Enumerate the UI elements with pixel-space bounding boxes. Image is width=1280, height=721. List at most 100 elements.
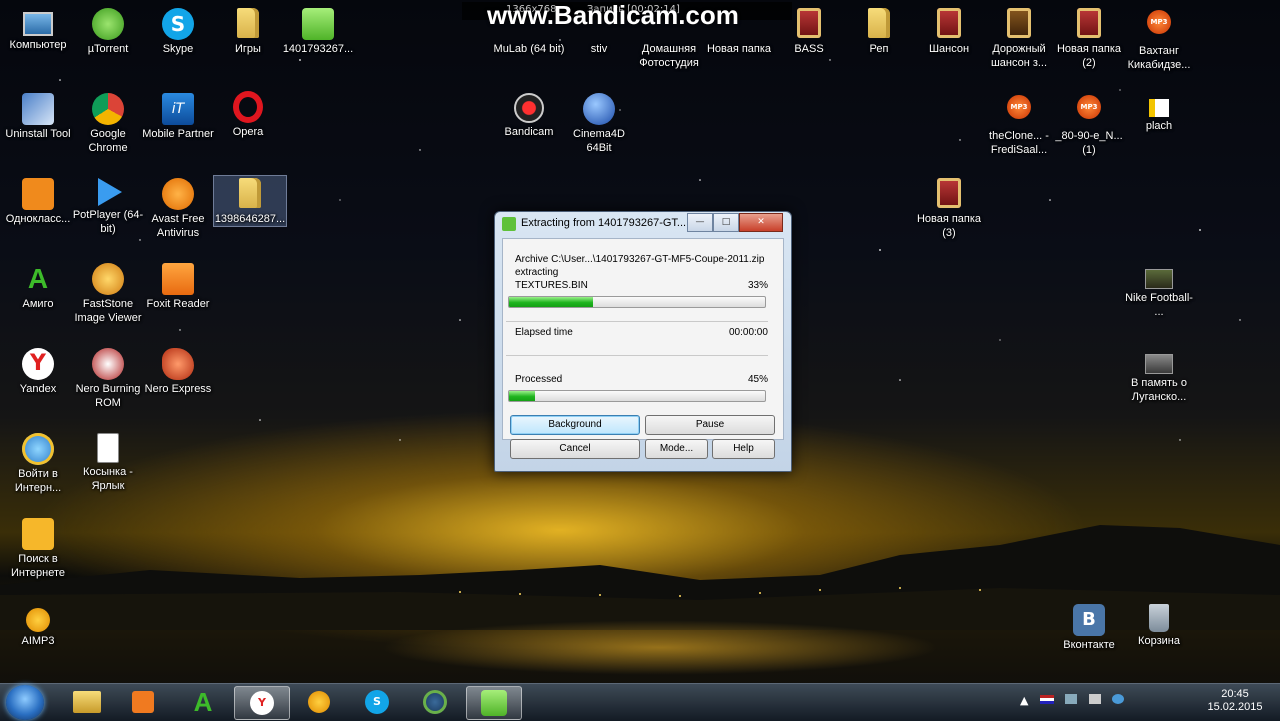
winrar-icon [481, 690, 507, 716]
lake-reflection [380, 620, 940, 675]
desktop-icon-foxit-reader[interactable]: Foxit Reader [142, 261, 214, 311]
desktop-icon-lugansk-memory[interactable]: В память о Луганско... [1123, 346, 1195, 404]
background-button[interactable]: Background [510, 415, 640, 435]
taskbar-yandex[interactable]: Y [234, 686, 290, 720]
desktop-icon-google-chrome[interactable]: Google Chrome [72, 91, 144, 155]
opera-icon [233, 91, 263, 123]
extraction-dialog: Extracting from 1401793267-GT... — □ ✕ A… [494, 211, 792, 472]
processed-percent: 45% [748, 374, 769, 385]
separator [506, 355, 768, 356]
audio-file-icon [1149, 99, 1169, 117]
desktop-icon-new-folder[interactable]: Новая папка [703, 6, 775, 56]
desktop-icon-nike-football[interactable]: Nike Football- ... [1123, 261, 1195, 319]
tray-expand-icon[interactable]: ▲ [1020, 694, 1028, 707]
desktop-icon-mobile-partner[interactable]: iT Mobile Partner [142, 91, 214, 141]
desktop-icon-road-shanson[interactable]: Дорожный шансон з... [983, 6, 1055, 70]
language-flag-icon[interactable] [1039, 695, 1054, 704]
video-folder-icon [793, 8, 825, 40]
folder-icon [73, 691, 101, 713]
desktop-icon-archive-1401793267[interactable]: 1401793267... [282, 6, 354, 56]
desktop-icon-internet-search[interactable]: Поиск в Интернете [2, 516, 74, 580]
desktop-icon-faststone[interactable]: FastStone Image Viewer [72, 261, 144, 325]
mode-button[interactable]: Mode... [645, 439, 708, 459]
desktop-icon-shanson[interactable]: Шансон [913, 6, 985, 56]
computer-icon [23, 12, 53, 36]
play-icon [98, 178, 122, 206]
taskbar-winrar[interactable] [466, 686, 522, 720]
desktop-icon-theclone[interactable]: MP3 theClone... - FrediSaal... [983, 91, 1055, 157]
desktop-icon-utorrent[interactable]: µTorrent [72, 6, 144, 56]
desktop-icon-cinema4d[interactable]: Cinema4D 64Bit [563, 91, 635, 155]
desktop-icon-vkontakte[interactable]: B Вконтакте [1053, 602, 1125, 652]
mp3-icon: MP3 [1003, 95, 1035, 127]
desktop-icon-potplayer[interactable]: PotPlayer (64-bit) [72, 176, 144, 236]
video-folder-icon [933, 178, 965, 210]
start-button[interactable] [6, 685, 44, 720]
taskbar-aimp3[interactable] [292, 686, 346, 718]
dialog-body: Archive C:\User...\1401793267-GT-MF5-Cou… [502, 238, 784, 440]
desktop-icon-80-90[interactable]: MP3 _80-90-e_N... (1) [1053, 91, 1125, 157]
desktop-icon-aimp3[interactable]: AIMP3 [2, 602, 74, 648]
nero-express-icon [162, 348, 194, 380]
maximize-button[interactable]: □ [713, 213, 739, 232]
desktop-icon-stiv[interactable]: stiv [563, 6, 635, 56]
desktop-icon-opera[interactable]: Opera [212, 91, 284, 139]
taskbar-skype[interactable]: S [350, 686, 404, 718]
desktop-icon-nero-express[interactable]: Nero Express [142, 346, 214, 396]
desktop-icon-mulab[interactable]: MuLab (64 bit) [493, 6, 565, 56]
separator [506, 321, 768, 322]
network-icon[interactable] [1065, 694, 1078, 704]
desktop-icon-avast[interactable]: Avast Free Antivirus [142, 176, 214, 240]
desktop-icon-folder-1398646287[interactable]: 1398646287... [213, 175, 287, 227]
file-percent: 33% [748, 280, 769, 291]
desktop-icon-recycle-bin[interactable]: Корзина [1123, 602, 1195, 648]
desktop-icon-uninstall-tool[interactable]: Uninstall Tool [2, 91, 74, 141]
help-button[interactable]: Help [712, 439, 775, 459]
processed-progress-bar [508, 390, 766, 402]
desktop-icon-new-folder-3[interactable]: Новая папка (3) [913, 176, 985, 240]
desktop-icon-vakhtang[interactable]: MP3 Вахтанг Кикабидзе... [1123, 6, 1195, 72]
cancel-button[interactable]: Cancel [510, 439, 640, 459]
taskbar-avast[interactable] [408, 686, 462, 718]
update-icon[interactable] [1112, 694, 1125, 704]
avast-icon [162, 178, 194, 210]
desktop-icon-internet-login[interactable]: Войти в Интерн... [2, 431, 74, 495]
folder-icon [863, 8, 895, 40]
desktop-icon-kosynka[interactable]: Косынка - Ярлык [72, 431, 144, 493]
video-folder-icon [1003, 8, 1035, 40]
desktop-icon-computer[interactable]: Компьютер [2, 6, 74, 52]
desktop-icon-yandex[interactable]: Y Yandex [2, 346, 74, 396]
stiv-icon [583, 8, 615, 40]
aimp-icon [26, 608, 50, 632]
desktop-icon-bass[interactable]: BASS [773, 6, 845, 56]
desktop-icon-nero-burning-rom[interactable]: Nero Burning ROM [72, 346, 144, 410]
taskbar-explorer[interactable] [60, 686, 114, 718]
video-file-icon [1145, 354, 1173, 374]
desktop-icon-bandicam[interactable]: Bandicam [493, 91, 565, 139]
desktop-icon-new-folder-2[interactable]: Новая папка (2) [1053, 6, 1125, 70]
desktop-icon-skype[interactable]: S Skype [142, 6, 214, 56]
close-button[interactable]: ✕ [739, 213, 783, 232]
odnoklassniki-icon [22, 178, 54, 210]
file-progress-bar [508, 296, 766, 308]
cinema4d-icon [583, 93, 615, 125]
desktop-icon-amigo[interactable]: A Амиго [2, 261, 74, 311]
taskbar-media-player[interactable] [116, 686, 170, 718]
desktop-icon-plach[interactable]: plach [1123, 91, 1195, 133]
volume-icon[interactable] [1088, 694, 1101, 704]
clock-time: 20:45 [1221, 688, 1249, 700]
faststone-icon [92, 263, 124, 295]
taskbar-amigo[interactable]: A [176, 686, 230, 718]
vk-icon: B [1073, 604, 1105, 636]
processed-progress-fill [509, 391, 535, 401]
mp3-icon: MP3 [1143, 10, 1175, 42]
desktop-icon-games-folder[interactable]: Игры [212, 6, 284, 56]
dialog-title: Extracting from 1401793267-GT... [521, 217, 686, 229]
pause-button[interactable]: Pause [645, 415, 775, 435]
taskbar-clock[interactable]: 20:45 15.02.2015 [1200, 688, 1270, 714]
desktop-icon-photo-studio[interactable]: Домашняя Фотостудия [633, 6, 705, 70]
minimize-button[interactable]: — [687, 213, 713, 232]
desktop-icon-rep[interactable]: Реп [843, 6, 915, 56]
desktop-icon-odnoklassniki[interactable]: Однокласс... [2, 176, 74, 226]
chrome-icon [92, 93, 124, 125]
